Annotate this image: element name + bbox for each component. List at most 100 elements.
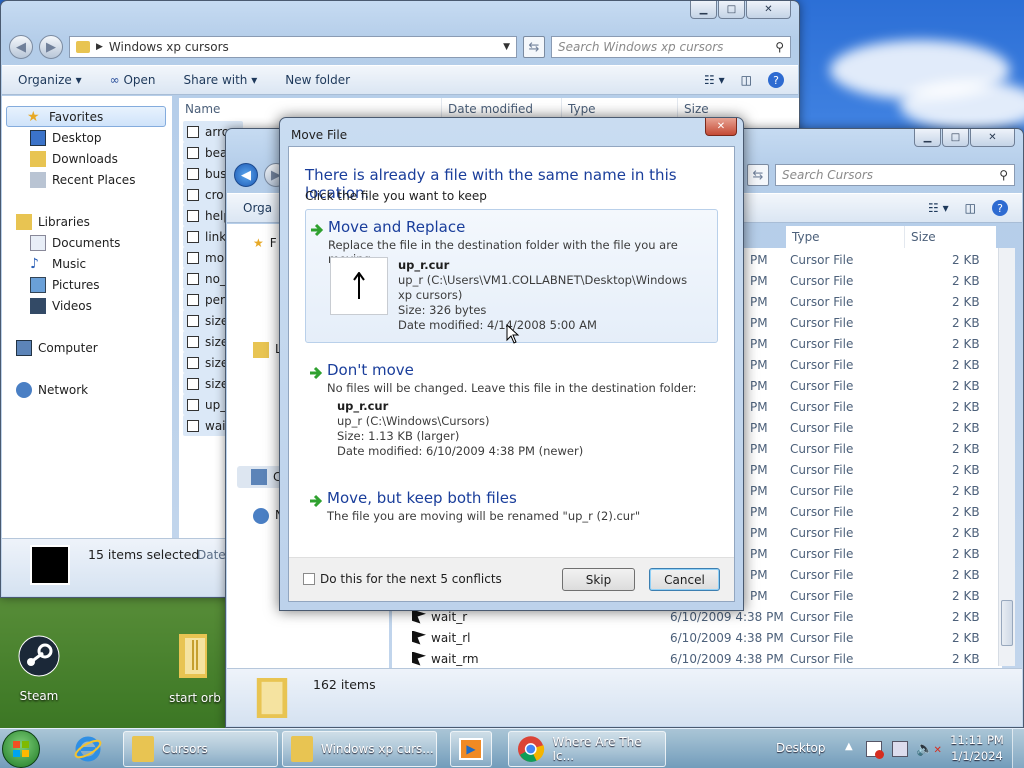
- help-icon[interactable]: ?: [768, 72, 784, 88]
- move-file-dialog[interactable]: Move File ✕ There is already a file with…: [279, 117, 744, 611]
- taskbar-item-chrome[interactable]: Where Are The Ic...: [508, 731, 666, 767]
- nav-favorites[interactable]: ★ F: [253, 236, 277, 250]
- open-button[interactable]: ∞ Open: [110, 73, 156, 87]
- nav-documents[interactable]: Documents: [2, 232, 172, 253]
- option-title: Move and Replace: [328, 218, 466, 236]
- file-name: wait_rm: [431, 651, 479, 666]
- maximize-button[interactable]: □: [718, 1, 745, 19]
- organize-button[interactable]: Organize ▾: [18, 73, 82, 87]
- views-icon[interactable]: ☷ ▾: [704, 73, 725, 87]
- preview-pane-icon[interactable]: ◫: [965, 201, 976, 215]
- nav-libraries[interactable]: L: [253, 342, 282, 358]
- desktop-toolbar-label[interactable]: Desktop: [776, 741, 826, 755]
- file-type: Cursor File: [790, 357, 854, 372]
- close-button[interactable]: ✕: [970, 129, 1015, 147]
- file-name: wai: [205, 418, 226, 433]
- file-date: 6/10/2009 4:38 PM: [670, 630, 784, 645]
- option-dont-move[interactable]: Don't move No files will be changed. Lea…: [305, 353, 718, 463]
- ie-taskbar-icon[interactable]: [70, 733, 106, 765]
- checkbox-box[interactable]: [303, 573, 315, 585]
- table-row[interactable]: wait_rm 6/10/2009 4:38 PM Cursor File 2 KB: [392, 648, 1002, 669]
- chrome-icon: [517, 736, 545, 762]
- maximize-button[interactable]: □: [942, 129, 969, 147]
- nav-network[interactable]: Network: [2, 379, 172, 400]
- help-icon[interactable]: ?: [992, 200, 1008, 216]
- cancel-button[interactable]: Cancel: [649, 568, 720, 591]
- file-date: Date modified: 6/10/2009 4:38 PM (newer): [337, 444, 584, 458]
- cursor-file-icon: [187, 230, 199, 243]
- skip-button[interactable]: Skip: [562, 568, 635, 591]
- option-keep-both[interactable]: Move, but keep both files The file you a…: [305, 481, 718, 531]
- close-button[interactable]: ✕: [746, 1, 791, 19]
- desktop-icon: [30, 129, 46, 146]
- network-tray-icon[interactable]: [892, 741, 908, 757]
- action-center-icon[interactable]: [866, 741, 884, 759]
- file-name: cro: [205, 187, 224, 202]
- file-size: 2 KB: [952, 567, 980, 582]
- file-size: 2 KB: [952, 483, 980, 498]
- new-folder-button[interactable]: New folder: [285, 73, 350, 87]
- forward-button[interactable]: ▶: [39, 35, 63, 59]
- network-icon: [253, 508, 269, 524]
- taskbar-item-windows-xp-cursors[interactable]: Windows xp curs...: [282, 731, 437, 767]
- windows-logo-icon: [13, 741, 29, 757]
- nav-videos[interactable]: Videos: [2, 295, 172, 316]
- start-button[interactable]: [2, 730, 40, 768]
- file-size: 2 KB: [952, 651, 980, 666]
- file-type: Cursor File: [790, 462, 854, 477]
- conflicts-checkbox[interactable]: Do this for the next 5 conflicts: [303, 572, 502, 586]
- nav-recent-places[interactable]: Recent Places: [2, 169, 172, 190]
- cursor-file-icon: [187, 272, 199, 285]
- pictures-icon: [30, 276, 46, 293]
- option-move-and-replace[interactable]: Move and Replace Replace the file in the…: [305, 209, 718, 343]
- nav-downloads[interactable]: Downloads: [2, 148, 172, 169]
- show-desktop-button[interactable]: [1012, 729, 1024, 768]
- taskbar-item-label: Where Are The Ic...: [552, 735, 642, 763]
- minimize-button[interactable]: ▁: [690, 1, 717, 19]
- scrollbar-thumb[interactable]: [1001, 600, 1013, 646]
- minimize-button[interactable]: ▁: [914, 129, 941, 147]
- preview-pane-icon[interactable]: ◫: [741, 73, 752, 87]
- nav-music[interactable]: ♪ Music: [2, 253, 172, 274]
- file-name: link: [205, 229, 227, 244]
- table-row[interactable]: wait_rl 6/10/2009 4:38 PM Cursor File 2 KB: [392, 627, 1002, 648]
- share-with-button[interactable]: Share with ▾: [184, 73, 258, 87]
- nav-desktop[interactable]: Desktop: [2, 127, 172, 148]
- views-icon[interactable]: ☷ ▾: [928, 201, 949, 215]
- column-size[interactable]: Size: [904, 226, 996, 248]
- search-input[interactable]: Search Windows xp cursors ⚲: [551, 36, 791, 58]
- column-type[interactable]: Type: [786, 226, 904, 248]
- refresh-button[interactable]: ⇆: [523, 36, 545, 58]
- nav-pictures[interactable]: Pictures: [2, 274, 172, 295]
- nav-computer[interactable]: Computer: [2, 337, 172, 358]
- desktop-icon-label: Steam: [19, 689, 59, 703]
- desktop-icon-steam[interactable]: Steam: [4, 634, 74, 703]
- back-button[interactable]: ◀: [9, 35, 33, 59]
- nav-libraries[interactable]: Libraries: [2, 211, 172, 232]
- file-type: Cursor File: [790, 315, 854, 330]
- file-type: Cursor File: [790, 567, 854, 582]
- search-input[interactable]: Search Cursors ⚲: [775, 164, 1015, 186]
- file-date: PM: [750, 483, 768, 498]
- nav-favorites[interactable]: ★ Favorites: [6, 106, 166, 127]
- taskbar-item-media[interactable]: ▶: [450, 731, 492, 767]
- taskbar-item-cursors[interactable]: Cursors: [123, 731, 278, 767]
- cursor-file-icon: [187, 209, 199, 222]
- file-size: 2 KB: [952, 294, 980, 309]
- folder-icon: [132, 736, 154, 762]
- organize-button[interactable]: Orga: [243, 201, 272, 215]
- refresh-button[interactable]: ⇆: [747, 164, 769, 186]
- clock[interactable]: 11:11 PM 1/1/2024: [944, 732, 1010, 764]
- desktop-icon-start-orb[interactable]: start orb: [160, 630, 230, 705]
- chevron-down-icon[interactable]: ▼: [503, 42, 510, 52]
- file-path: up_r (C:\Users\VM1.COLLABNET\Desktop\Win…: [398, 273, 688, 302]
- show-hidden-icons-icon[interactable]: ▲: [845, 741, 853, 752]
- back-button[interactable]: ◀: [234, 163, 258, 187]
- scrollbar[interactable]: [998, 248, 1015, 666]
- volume-muted-icon[interactable]: 🔈✕: [916, 741, 942, 757]
- search-placeholder: Search Windows xp cursors: [558, 40, 724, 54]
- dialog-title: Move File: [291, 128, 348, 142]
- address-bar[interactable]: ▶ Windows xp cursors ▼: [69, 36, 517, 58]
- dialog-close-button[interactable]: ✕: [705, 118, 737, 136]
- file-type: Cursor File: [790, 294, 854, 309]
